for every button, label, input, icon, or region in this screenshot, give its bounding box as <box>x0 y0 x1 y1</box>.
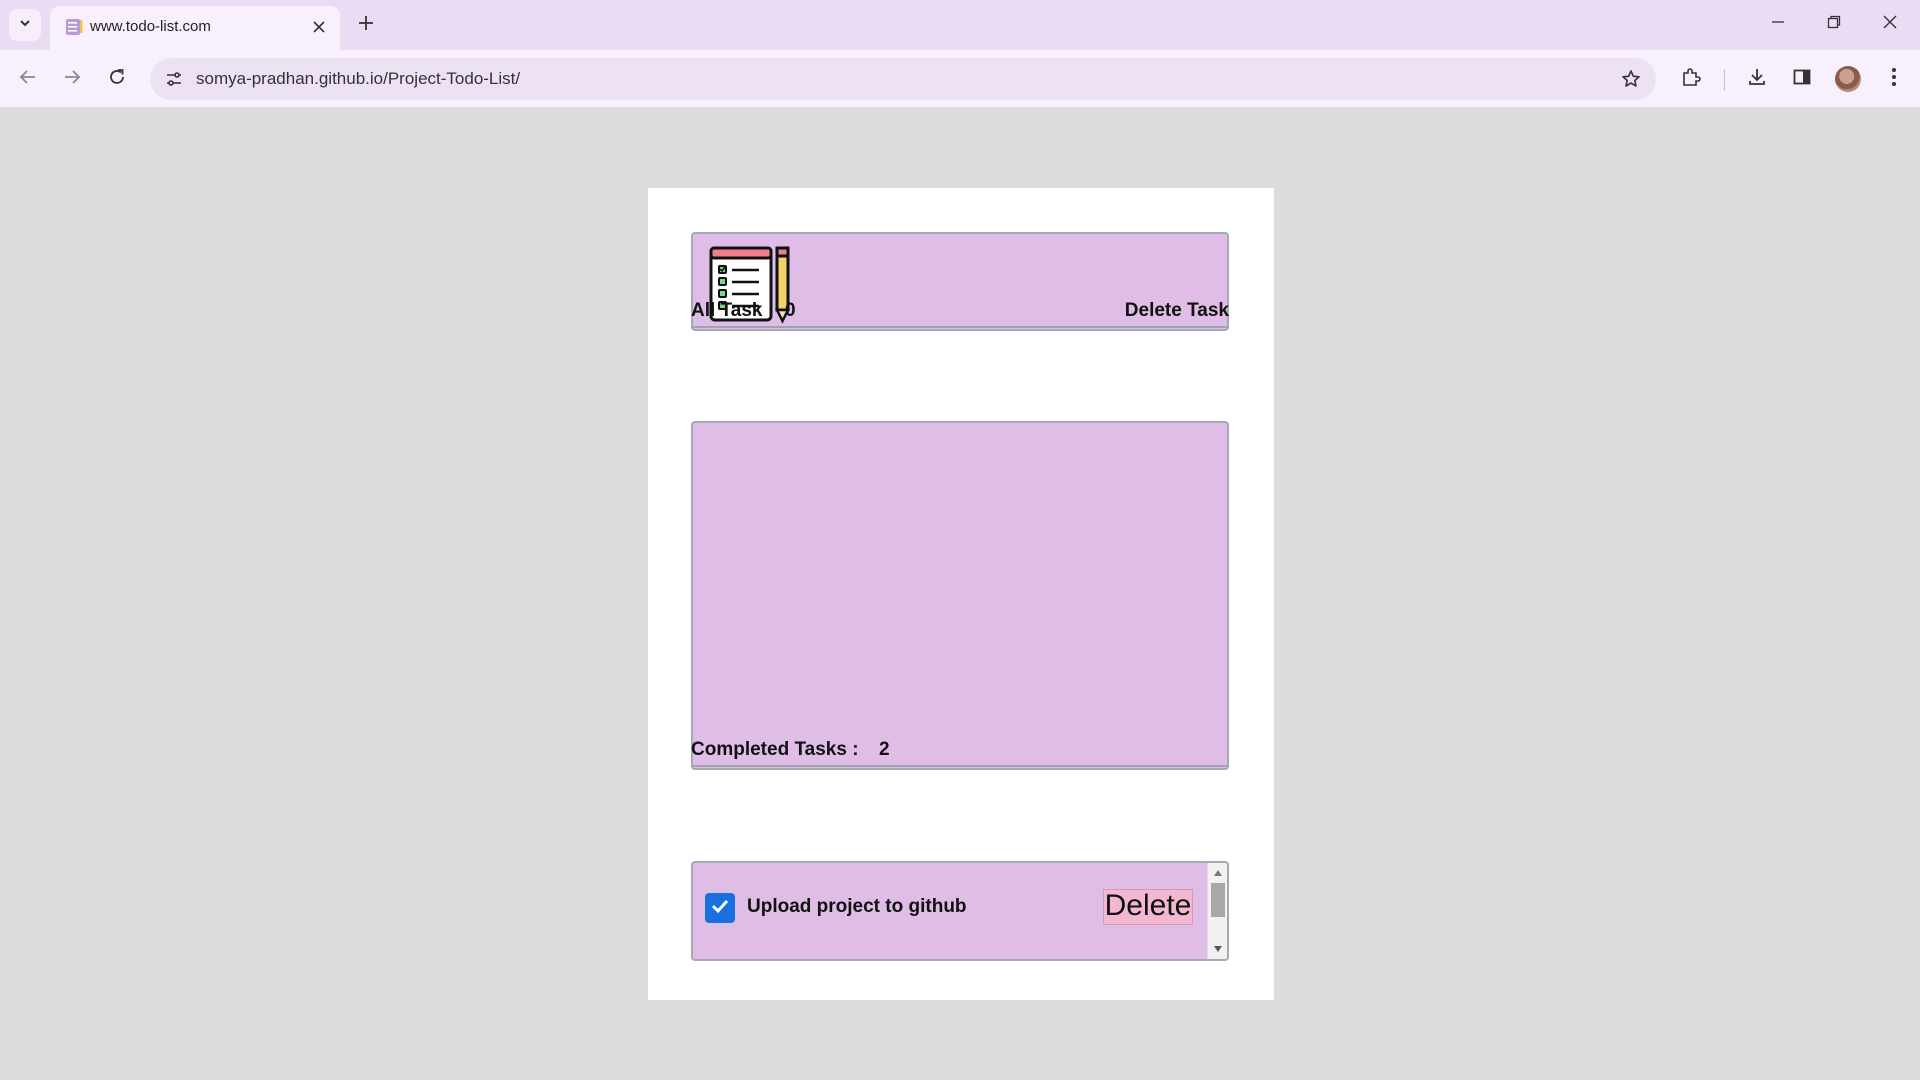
task-text: Upload project to github <box>747 896 967 917</box>
minimize-button[interactable] <box>1750 0 1806 48</box>
close-icon <box>1883 15 1897 34</box>
scroll-up-arrow-icon[interactable] <box>1212 867 1224 879</box>
new-tab-button[interactable] <box>350 9 382 41</box>
forward-button[interactable] <box>56 63 88 95</box>
checkmark-icon <box>710 896 730 921</box>
scroll-down-arrow-icon[interactable] <box>1212 943 1224 955</box>
bookmark-star-icon[interactable] <box>1618 66 1644 92</box>
back-arrow-icon <box>19 68 37 91</box>
todo-favicon-icon <box>64 17 84 37</box>
plus-icon <box>358 15 374 36</box>
todo-card: All Task : 0 Delete Task Completed Tasks… <box>648 188 1274 1000</box>
scrollbar[interactable] <box>1207 863 1227 959</box>
all-task-count: 0 <box>785 300 796 321</box>
side-panel-button[interactable] <box>1786 63 1818 95</box>
task-list-panel <box>691 421 1229 770</box>
reload-button[interactable] <box>101 63 133 95</box>
profile-avatar[interactable] <box>1835 66 1861 92</box>
tab-strip: www.todo-list.com <box>0 0 1920 50</box>
site-settings-icon[interactable] <box>162 67 186 91</box>
completed-tasks-count: 2 <box>879 739 890 760</box>
forward-arrow-icon <box>63 68 81 91</box>
browser-tab[interactable]: www.todo-list.com <box>50 6 340 50</box>
side-panel-icon <box>1792 67 1812 92</box>
address-bar[interactable]: somya-pradhan.github.io/Project-Todo-Lis… <box>150 58 1656 100</box>
browser-toolbar: somya-pradhan.github.io/Project-Todo-Lis… <box>0 50 1920 108</box>
task-checkbox[interactable] <box>705 893 735 923</box>
tab-title: www.todo-list.com <box>90 18 211 35</box>
download-icon <box>1747 67 1767 92</box>
back-button[interactable] <box>12 63 44 95</box>
minimize-icon <box>1771 15 1785 34</box>
scrollbar-thumb[interactable] <box>1211 883 1225 917</box>
restore-button[interactable] <box>1806 0 1862 48</box>
completed-tasks-row: Completed Tasks : 2 <box>691 737 1229 767</box>
restore-icon <box>1827 15 1841 34</box>
completed-tasks-label: Completed Tasks : <box>691 739 859 760</box>
tab-search-button[interactable] <box>9 9 41 41</box>
reload-icon <box>108 68 126 91</box>
all-task-label: All Task : <box>691 300 775 321</box>
all-task-row: All Task : 0 Delete Task <box>691 298 1229 328</box>
url-text[interactable]: somya-pradhan.github.io/Project-Todo-Lis… <box>196 69 520 89</box>
chevron-down-icon <box>18 16 32 35</box>
downloads-button[interactable] <box>1741 63 1773 95</box>
puzzle-icon <box>1681 67 1701 92</box>
completed-task-list[interactable]: Upload project to github Delete <box>691 861 1229 961</box>
toolbar-divider <box>1724 69 1725 91</box>
delete-button[interactable]: Delete <box>1103 889 1193 925</box>
close-tab-icon[interactable] <box>306 14 332 40</box>
extensions-button[interactable] <box>1675 63 1707 95</box>
menu-button[interactable] <box>1878 63 1910 95</box>
delete-task-button[interactable]: Delete Task <box>1125 300 1229 322</box>
kebab-menu-icon <box>1891 67 1897 92</box>
close-window-button[interactable] <box>1862 0 1918 48</box>
